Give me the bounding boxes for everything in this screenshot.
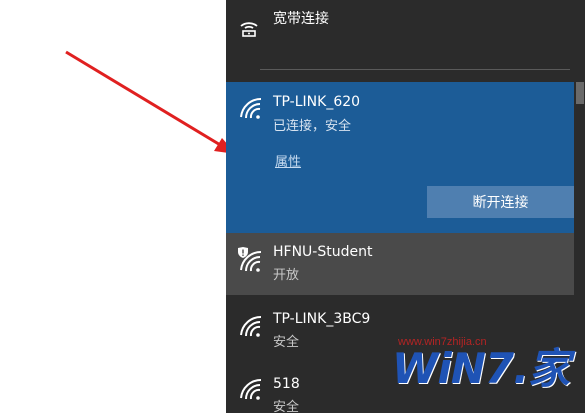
network-item-broadband[interactable]: 宽带连接: [226, 0, 585, 58]
network-status: 已连接，安全: [273, 119, 352, 134]
watermark-logo: www.win7zhijia.cn WiN7.家: [380, 326, 585, 413]
wifi-icon: [238, 314, 264, 342]
properties-link[interactable]: 属性: [275, 151, 301, 170]
network-name: 宽带连接: [273, 11, 329, 27]
wifi-shield-icon: [238, 247, 264, 277]
network-name: TP-LINK_620: [273, 94, 361, 110]
wifi-icon: [238, 96, 264, 124]
annotation-arrow: [65, 50, 236, 154]
network-name: 518: [273, 376, 300, 392]
network-status: 安全: [273, 335, 300, 350]
network-status: 安全: [273, 400, 300, 413]
network-item-tp-link-620[interactable]: TP-LINK_620 已连接，安全 属性 断开连接: [226, 82, 585, 233]
scroll-thumb[interactable]: [576, 82, 584, 104]
network-name: HFNU-Student: [273, 244, 373, 260]
divider: [260, 69, 570, 70]
dialup-icon: [238, 18, 260, 44]
wifi-icon: [238, 377, 264, 405]
watermark-text: WiN7.家: [392, 344, 570, 393]
network-name: TP-LINK_3BC9: [273, 311, 371, 327]
disconnect-button[interactable]: 断开连接: [427, 186, 574, 218]
network-status: 开放: [273, 268, 300, 283]
network-item-hfnu-student[interactable]: HFNU-Student 开放: [226, 233, 585, 295]
